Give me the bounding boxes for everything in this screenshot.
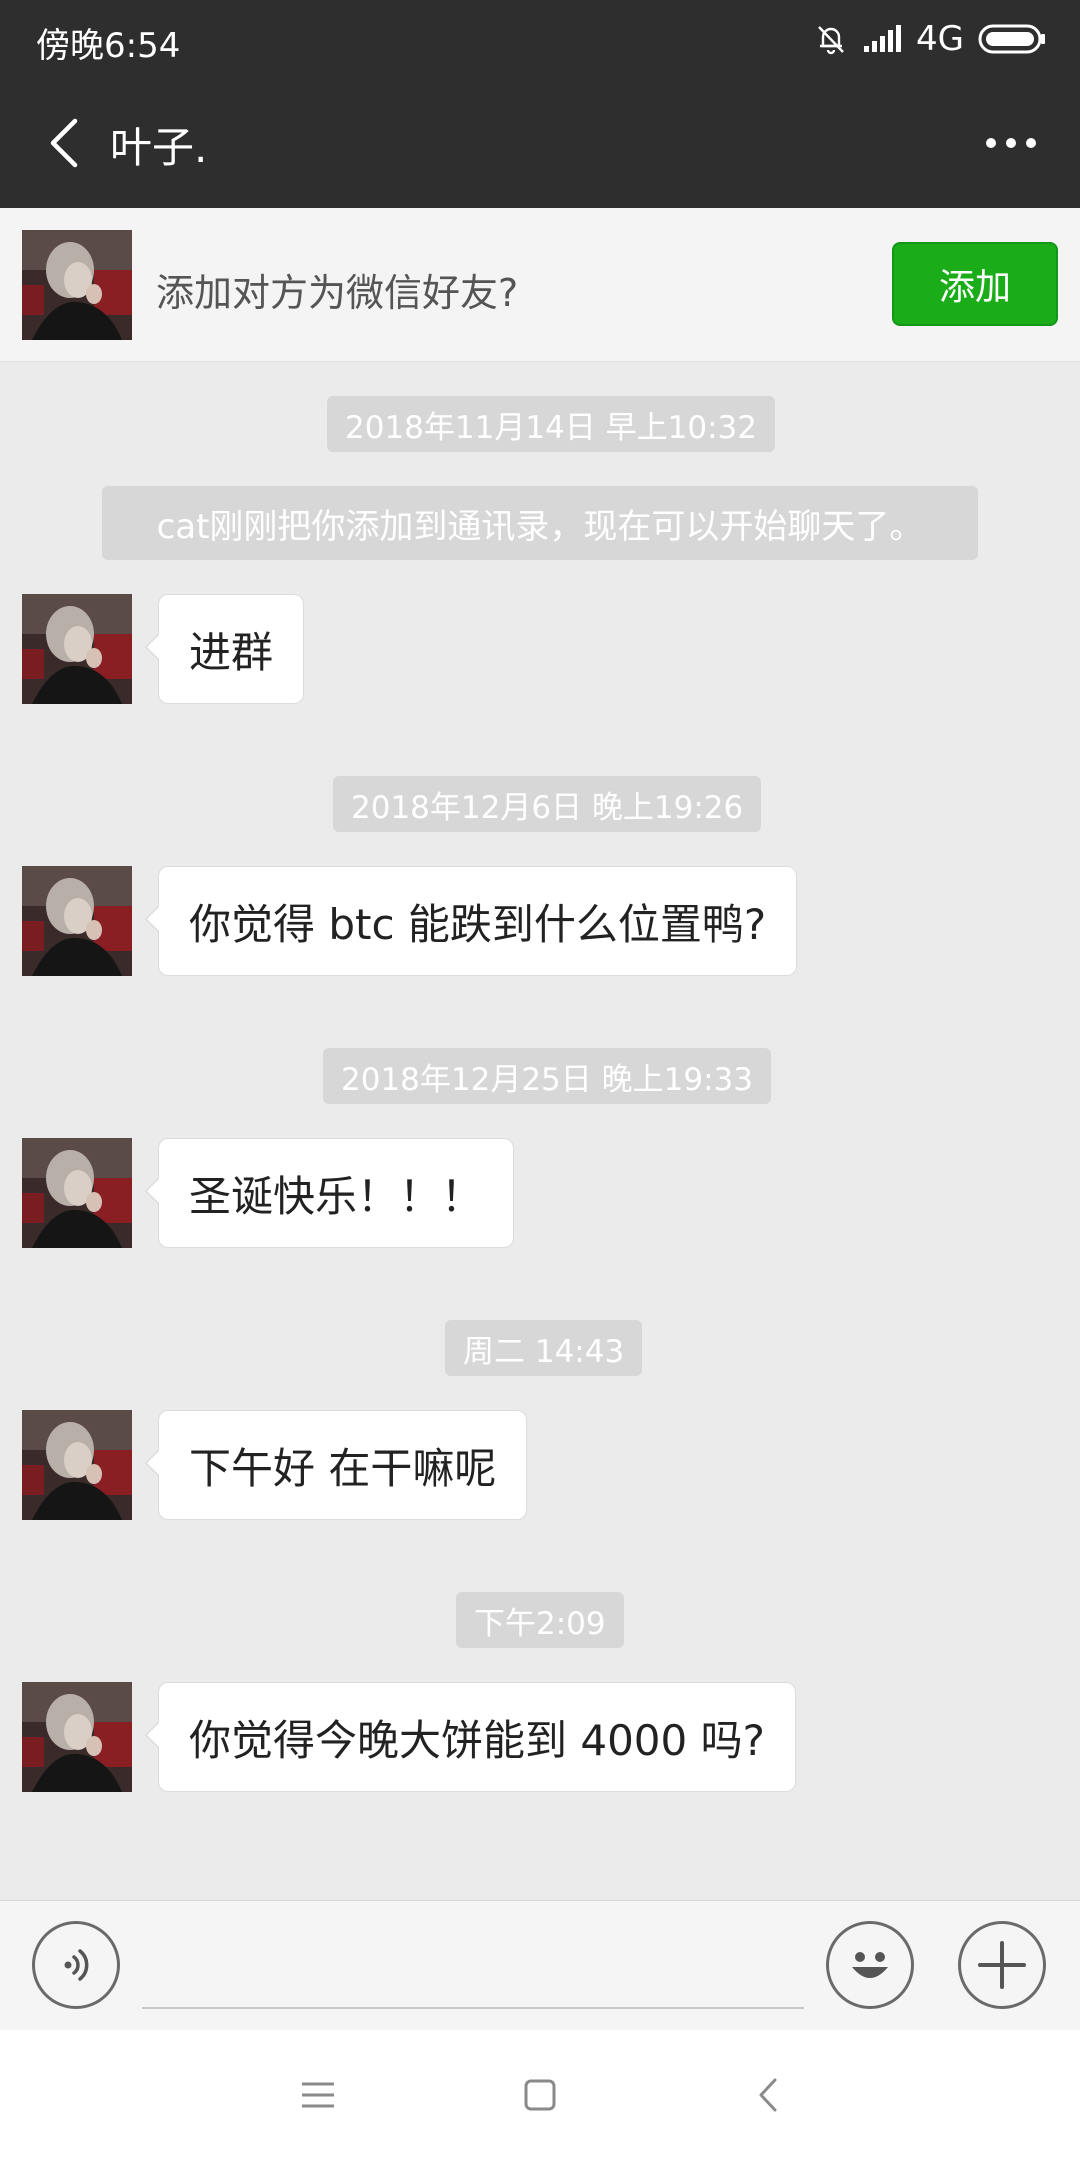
back-arrow-icon — [50, 118, 78, 168]
chat-history[interactable]: 2018年11月14日 早上10:32 cat刚刚把你添加到通讯录，现在可以开始… — [0, 362, 1080, 1900]
plus-icon — [978, 1941, 1026, 1989]
status-time: 傍晚6:54 — [36, 26, 181, 66]
mute-bell-icon — [814, 22, 848, 56]
voice-icon — [64, 1949, 89, 1981]
system-nav-bar — [0, 2030, 1080, 2160]
system-message: cat刚刚把你添加到通讯录，现在可以开始聊天了。 — [102, 486, 978, 560]
input-bar — [0, 1900, 1080, 2030]
message-bubble[interactable]: 你觉得今晚大饼能到 4000 吗? — [145, 1682, 796, 1792]
menu-icon — [302, 2082, 334, 2108]
status-bar: 傍晚6:54 4G — [0, 0, 1080, 78]
system-back-button[interactable] — [733, 2060, 803, 2130]
emoji-button[interactable] — [826, 1921, 914, 2009]
message-timestamp: 2018年12月6日 晚上19:26 — [333, 776, 762, 832]
plus-button[interactable] — [958, 1921, 1046, 2009]
back-triangle-icon — [759, 2078, 777, 2112]
message-bubble[interactable]: 进群 — [144, 594, 305, 704]
add-friend-button[interactable]: 添加 — [892, 242, 1058, 326]
avatar[interactable] — [22, 594, 132, 704]
chat-title: 叶子. — [110, 123, 208, 172]
battery-icon — [978, 23, 1046, 55]
add-friend-banner: 添加对方为微信好友? 添加 — [0, 208, 1080, 362]
more-button[interactable] — [976, 108, 1046, 178]
back-button[interactable] — [30, 108, 100, 178]
message-timestamp: 下午2:09 — [456, 1592, 624, 1648]
network-type: 4G — [916, 19, 964, 59]
avatar[interactable] — [22, 1138, 132, 1248]
home-square-icon — [524, 2079, 556, 2111]
message-timestamp: 2018年12月25日 晚上19:33 — [323, 1048, 771, 1104]
avatar[interactable] — [22, 230, 132, 340]
avatar[interactable] — [22, 1682, 132, 1792]
more-icon — [986, 138, 1036, 148]
emoji-icon — [852, 1952, 888, 1978]
add-friend-prompt: 添加对方为微信好友? — [156, 271, 519, 315]
header-bar: 傍晚6:54 4G 叶子. — [0, 0, 1080, 208]
voice-button[interactable] — [32, 1921, 120, 2009]
title-bar: 叶子. — [0, 78, 1080, 208]
message-timestamp: 周二 14:43 — [445, 1320, 643, 1376]
message-bubble[interactable]: 你觉得 btc 能跌到什么位置鸭? — [144, 866, 798, 976]
message-input[interactable] — [142, 1929, 804, 2009]
message-timestamp: 2018年11月14日 早上10:32 — [327, 396, 775, 452]
message-bubble[interactable]: 圣诞快乐！！！ — [144, 1138, 515, 1248]
avatar[interactable] — [22, 1410, 132, 1520]
message-bubble[interactable]: 下午好 在干嘛呢 — [144, 1410, 528, 1520]
avatar[interactable] — [22, 866, 132, 976]
menu-button[interactable] — [283, 2060, 353, 2130]
status-icons: 4G — [814, 18, 1046, 60]
home-button[interactable] — [505, 2060, 575, 2130]
signal-icon — [862, 24, 902, 54]
